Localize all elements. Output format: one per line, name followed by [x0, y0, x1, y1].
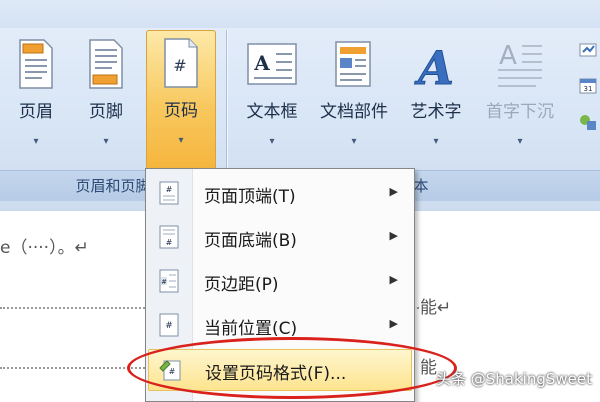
- svg-text:A: A: [253, 51, 270, 75]
- chevron-down-icon: ▾: [33, 136, 39, 147]
- submenu-arrow-icon: ▶: [389, 273, 398, 286]
- svg-text:#: #: [161, 278, 167, 286]
- menu-item-top-of-page[interactable]: # 页面顶端(T) ▶: [148, 173, 410, 213]
- page-bottom-icon: #: [158, 225, 180, 254]
- menu-item-label: 页边距(P): [204, 275, 279, 295]
- textbox-icon: A: [246, 38, 298, 94]
- header-button[interactable]: 页眉 ▾: [4, 32, 68, 164]
- page-number-icon: #: [163, 37, 199, 93]
- drop-cap-icon: A: [496, 38, 544, 94]
- dotted-leader: [0, 307, 145, 309]
- page-number-button-label: 页码: [164, 101, 198, 121]
- submenu-arrow-icon: ▶: [389, 185, 398, 198]
- header-page-icon: [18, 38, 54, 94]
- chevron-down-icon: ▾: [178, 135, 184, 146]
- watermark: 头条 @ShakingSweet: [436, 370, 592, 388]
- footer-button[interactable]: 页脚 ▾: [74, 32, 138, 164]
- signature-line-icon[interactable]: [578, 40, 598, 60]
- menu-item-label: 页面顶端(T): [204, 187, 296, 207]
- textbox-button[interactable]: A 文本框 ▾: [240, 32, 304, 164]
- svg-text:#: #: [165, 321, 173, 331]
- page-margin-icon: #: [158, 269, 180, 298]
- textbox-button-label: 文本框: [246, 102, 298, 122]
- chevron-down-icon: ▾: [517, 136, 523, 147]
- ribbon-top-edge: [0, 0, 600, 28]
- submenu-arrow-icon: ▶: [389, 229, 398, 242]
- dotted-leader: [0, 367, 145, 369]
- wordart-button-label: 艺术字: [410, 102, 462, 122]
- wordart-icon: A: [414, 38, 458, 98]
- current-position-icon: #: [158, 313, 180, 342]
- svg-text:31: 31: [584, 85, 593, 93]
- document-text-fragment: 能↵: [420, 298, 452, 318]
- svg-text:A: A: [499, 41, 517, 71]
- svg-text:A: A: [414, 41, 454, 94]
- menu-item-page-margins[interactable]: # 页边距(P) ▶: [148, 261, 410, 301]
- document-text-line: e（····）。↵: [0, 238, 89, 258]
- svg-text:#: #: [173, 56, 186, 75]
- chevron-down-icon: ▾: [269, 136, 275, 147]
- quick-parts-icon: [334, 38, 374, 94]
- drop-cap-button-label: 首字下沉: [486, 102, 554, 122]
- annotation-ellipse: [127, 337, 457, 399]
- menu-item-bottom-of-page[interactable]: # 页面底端(B) ▶: [148, 217, 410, 257]
- svg-text:#: #: [166, 185, 173, 194]
- page-number-button[interactable]: # 页码 ▾: [146, 30, 216, 170]
- footer-page-icon: [88, 38, 124, 94]
- date-time-icon[interactable]: 31: [578, 76, 598, 96]
- chevron-down-icon: ▾: [433, 136, 439, 147]
- drop-cap-button[interactable]: A 首字下沉 ▾: [486, 32, 554, 164]
- svg-text:#: #: [166, 238, 173, 247]
- page-top-icon: #: [158, 181, 180, 210]
- menu-item-label: 页面底端(B): [204, 231, 297, 251]
- menu-item-label: 当前位置(C): [204, 319, 298, 339]
- submenu-arrow-icon: ▶: [389, 317, 398, 330]
- chevron-down-icon: ▾: [351, 136, 357, 147]
- object-icon[interactable]: [578, 112, 598, 132]
- quick-parts-button-label: 文档部件: [320, 102, 388, 122]
- chevron-down-icon: ▾: [103, 136, 109, 147]
- wordart-button[interactable]: A 艺术字 ▾: [404, 32, 468, 164]
- quick-parts-button[interactable]: 文档部件 ▾: [320, 32, 388, 164]
